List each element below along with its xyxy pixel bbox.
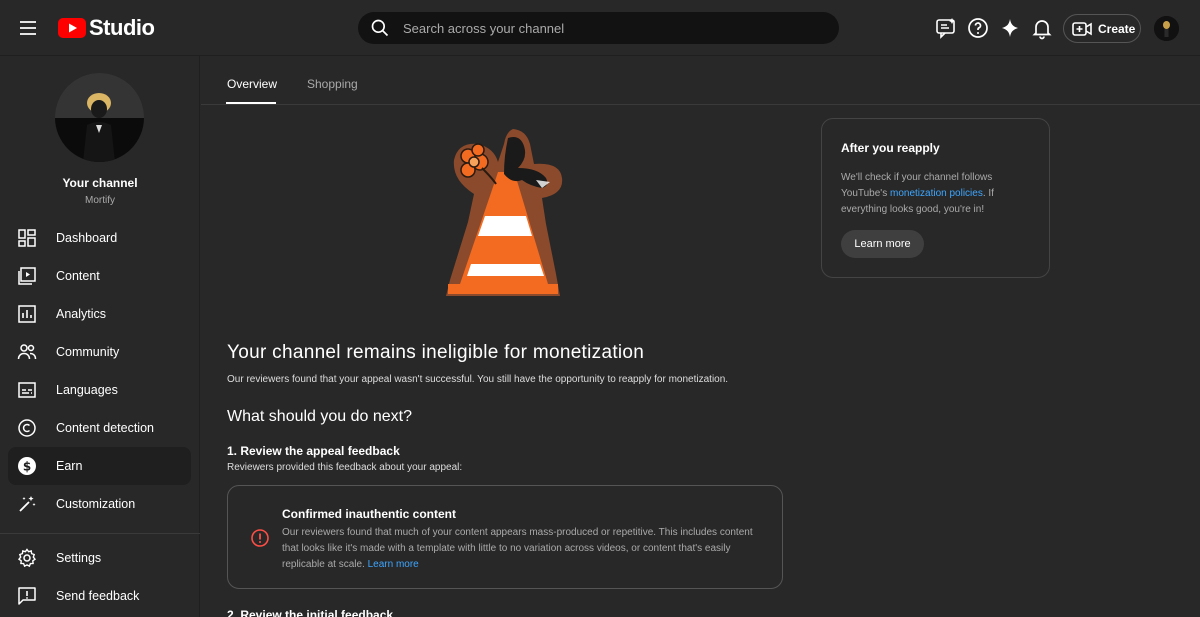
sidebar-divider (0, 533, 200, 534)
sidebar-item-content[interactable]: Content (8, 257, 191, 295)
monetization-policies-link[interactable]: monetization policies (890, 188, 983, 199)
sidebar-item-label: Dashboard (56, 231, 118, 245)
studio-logo[interactable]: Studio (58, 15, 155, 40)
dollar-icon: $ (18, 457, 36, 475)
sidebar-item-label: Settings (56, 551, 102, 565)
intro-text: Our reviewers found that your appeal was… (227, 374, 729, 385)
page-tabs: Overview Shopping (201, 56, 1200, 105)
channel-avatar[interactable] (55, 73, 144, 162)
reapply-info-card: After you reapply We'll check if your ch… (821, 118, 1050, 278)
learn-more-button[interactable]: Learn more (841, 230, 924, 258)
account-avatar[interactable] (1154, 16, 1179, 41)
sidebar-item-content-detection[interactable]: Content detection (8, 409, 191, 447)
traffic-cone-illustration (438, 124, 568, 306)
create-label: Create (1098, 21, 1136, 36)
step1-subtitle: Reviewers provided this feedback about y… (227, 462, 463, 473)
sidebar-item-label: Content (56, 269, 100, 283)
hamburger-menu-icon[interactable] (16, 16, 40, 40)
step2-title: 2. Review the initial feedback (227, 608, 394, 617)
dashboard-icon (18, 229, 36, 247)
tab-shopping[interactable]: Shopping (307, 77, 358, 91)
channel-name: Mortify (85, 195, 115, 206)
sidebar-item-send-feedback[interactable]: Send feedback (8, 577, 191, 615)
sidebar-item-label: Earn (56, 459, 83, 473)
feedback-card: Confirmed inauthentic content Our review… (227, 485, 783, 589)
languages-icon (18, 382, 36, 398)
sidebar-item-earn[interactable]: $ Earn (8, 447, 191, 485)
reapply-card-body: We'll check if your channel follows YouT… (841, 170, 1036, 218)
search-icon (371, 19, 389, 37)
analytics-icon (18, 305, 36, 323)
feedback-icon (18, 587, 36, 605)
feedback-title: Confirmed inauthentic content (282, 507, 456, 521)
page-heading: Your channel remains ineligible for mone… (227, 342, 645, 363)
sidebar-item-community[interactable]: Community (8, 333, 191, 371)
content-icon (18, 267, 36, 285)
feedback-body-text: Our reviewers found that much of your co… (282, 527, 753, 570)
copyright-icon (18, 419, 36, 437)
error-icon (251, 529, 269, 547)
step1-title: 1. Review the appeal feedback (227, 444, 400, 458)
create-button[interactable]: Create (1063, 14, 1141, 43)
sidebar-item-label: Content detection (56, 421, 154, 435)
feedback-body: Our reviewers found that much of your co… (282, 525, 772, 573)
youtube-logo-icon (58, 18, 86, 38)
subtitles-feedback-icon[interactable] (934, 16, 958, 40)
help-icon[interactable] (966, 16, 990, 40)
sidebar-item-customization[interactable]: Customization (8, 485, 191, 523)
video-plus-icon (1072, 21, 1092, 36)
channel-title: Your channel (62, 176, 138, 190)
active-tab-indicator (226, 102, 276, 104)
bell-icon[interactable] (1030, 16, 1054, 40)
reapply-card-title: After you reapply (841, 141, 940, 155)
sparkle-icon[interactable] (998, 16, 1022, 40)
tab-overview[interactable]: Overview (227, 77, 277, 91)
community-icon (17, 344, 37, 360)
search-input[interactable] (403, 20, 803, 36)
gear-icon (17, 548, 37, 568)
sidebar-item-label: Send feedback (56, 589, 140, 603)
feedback-learn-more-link[interactable]: Learn more (368, 559, 419, 570)
next-steps-heading: What should you do next? (227, 408, 413, 425)
sidebar-item-label: Analytics (56, 307, 107, 321)
top-bar: Studio Create (0, 0, 1200, 56)
sidebar-item-label: Customization (56, 497, 136, 511)
svg-text:$: $ (23, 460, 31, 474)
magic-wand-icon (19, 496, 36, 512)
sidebar: Your channel Mortify Dashboard Content A… (0, 56, 200, 617)
sidebar-item-label: Languages (56, 383, 118, 397)
sidebar-item-dashboard[interactable]: Dashboard (8, 219, 191, 257)
sidebar-item-settings[interactable]: Settings (8, 539, 191, 577)
logo-text: Studio (89, 15, 155, 40)
sidebar-item-analytics[interactable]: Analytics (8, 295, 191, 333)
search-bar[interactable] (358, 12, 839, 44)
sidebar-item-label: Community (56, 345, 120, 359)
sidebar-item-languages[interactable]: Languages (8, 371, 191, 409)
